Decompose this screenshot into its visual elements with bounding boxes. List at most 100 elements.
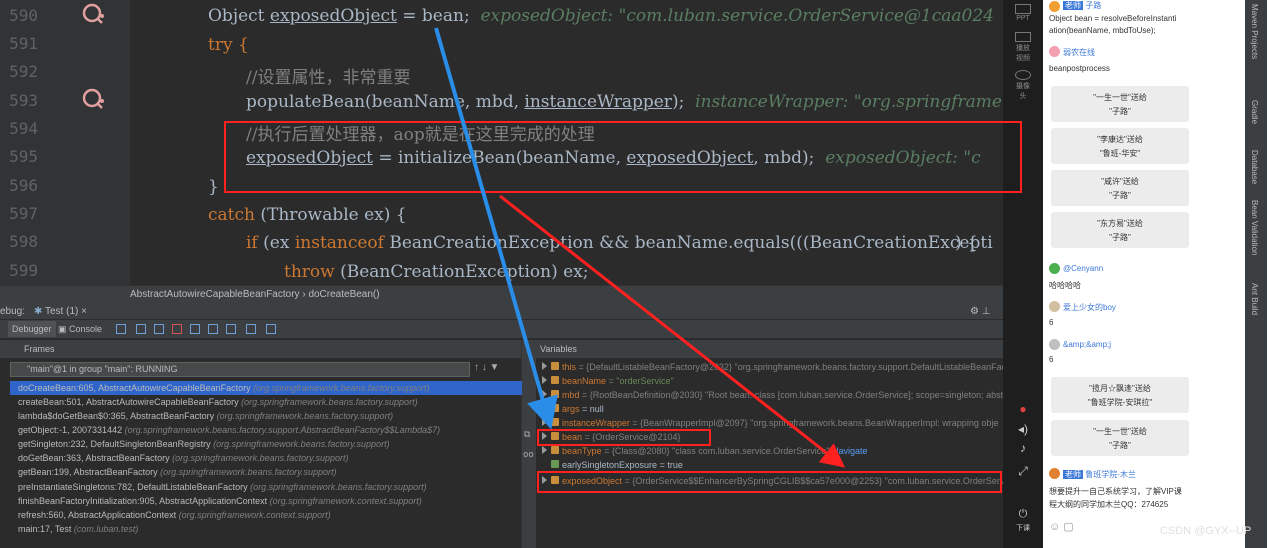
frame-row[interactable]: finishBeanFactoryInitialization:905, Abs… <box>18 494 422 508</box>
frames-header: Frames <box>0 340 521 358</box>
breadcrumb-method[interactable]: doCreateBean() <box>308 289 379 300</box>
music-icon[interactable]: ♪ <box>1015 441 1031 455</box>
line-number: 592 <box>9 62 38 81</box>
chat-panel: 老师 子路 Object bean = resolveBeforeInstant… <box>1043 0 1270 548</box>
variable-row[interactable]: beanType = {Class@2080} "class com.luban… <box>542 444 867 458</box>
tab-debugger[interactable]: Debugger <box>8 321 56 337</box>
variable-row[interactable]: earlySingletonExposure = true <box>542 458 683 472</box>
maven-projects-tab[interactable]: Maven Projects <box>1250 4 1259 59</box>
line-number: 598 <box>9 232 38 251</box>
ide-window: 590 591 592 593 594 595 596 597 598 599 … <box>0 0 1003 548</box>
evaluate-expression-icon[interactable] <box>246 324 256 334</box>
force-step-into-icon[interactable] <box>172 324 182 334</box>
step-into-icon[interactable] <box>154 324 164 334</box>
code-line-592: //设置属性，非常重要 <box>246 68 411 88</box>
drop-frame-icon[interactable] <box>208 324 218 334</box>
chat-message: 6 <box>1049 355 1054 364</box>
tab-run-config[interactable]: ✱ Test (1) × <box>34 303 87 320</box>
chat-sender: 爱上少女的boy <box>1063 303 1116 312</box>
chat-message: 6 <box>1049 318 1054 327</box>
gear-icon[interactable]: ⚙ ⊥ <box>970 303 990 320</box>
code-line-597: catch (Throwable ex) { <box>208 205 407 225</box>
gift-card: "东方易"送给 "子路" <box>1051 212 1189 248</box>
gift-card: "一生一世"送给 "子路" <box>1051 86 1189 122</box>
step-out-icon[interactable] <box>190 324 200 334</box>
breadcrumb-class[interactable]: AbstractAutowireCapableBeanFactory <box>130 289 300 300</box>
live-class-toolbar: PPT 播放视频 摄像头 ● ◂) ♪ ⤢ ⏻ 下课 <box>1003 0 1043 548</box>
annotation-box-code <box>224 121 1022 193</box>
camera-button[interactable]: 摄像头 <box>1015 70 1031 101</box>
line-number: 594 <box>9 119 38 138</box>
line-number: 595 <box>9 147 38 166</box>
microphone-icon[interactable]: ● <box>1015 402 1031 416</box>
frame-row[interactable]: doCreateBean:605, AbstractAutowireCapabl… <box>18 381 430 395</box>
variables-header: Variables <box>536 340 1003 358</box>
debug-tool-window-header: ebug: ✱ Test (1) × ⚙ ⊥ <box>0 303 1003 320</box>
breakpoint-hint-icon[interactable] <box>82 88 104 110</box>
variable-row[interactable]: this = {DefaultListableBeanFactory@2032}… <box>542 360 1003 374</box>
breakpoint-hint-icon[interactable] <box>82 3 104 25</box>
frame-row[interactable]: doGetBean:363, AbstractBeanFactory (org.… <box>18 451 349 465</box>
ant-build-tab[interactable]: Ant Build <box>1250 283 1259 315</box>
gift-card: "一生一世"送给 "子路" <box>1051 420 1189 456</box>
bug-icon: ✱ <box>34 306 43 317</box>
frame-row[interactable]: getSingleton:232, DefaultSingletonBeanRe… <box>18 437 390 451</box>
frame-row[interactable]: preInstantiateSingletons:782, DefaultLis… <box>18 480 427 494</box>
chat-message: 想要提升一自己系统学习，了解VIP课 <box>1049 487 1182 496</box>
variable-row[interactable]: mbd = {RootBeanDefinition@2030} "Root be… <box>542 388 1003 402</box>
avatar <box>1049 1 1060 12</box>
watch-icon[interactable]: oo <box>523 450 534 460</box>
frame-row[interactable]: refresh:560, AbstractApplicationContext … <box>18 508 331 522</box>
navigate-link[interactable]: Navigate <box>832 446 868 456</box>
frame-row[interactable]: main:17, Test (com.luban.test) <box>18 522 138 536</box>
play-video-button[interactable]: 播放视频 <box>1015 32 1031 63</box>
frame-row[interactable]: getBean:199, AbstractBeanFactory (org.sp… <box>18 465 337 479</box>
frame-row[interactable]: createBean:501, AbstractAutowireCapableB… <box>18 395 418 409</box>
line-number: 591 <box>9 34 38 53</box>
frame-row[interactable]: getObject:-1, 2007331442 (org.springfram… <box>18 423 440 437</box>
variable-row[interactable]: instanceWrapper = {BeanWrapperImpl@2097}… <box>542 416 998 430</box>
bean-validation-tab[interactable]: Bean Validation <box>1250 200 1259 255</box>
step-over-icon[interactable] <box>136 324 146 334</box>
code-line-590: Object exposedObject = bean; exposedObje… <box>208 6 994 26</box>
variables-side-toolbar: ⧉ oo <box>522 340 536 548</box>
copy-icon[interactable]: ⧉ <box>524 430 530 440</box>
line-number: 597 <box>9 204 38 223</box>
annotation-box-exposed-object <box>537 471 1002 493</box>
variable-row[interactable]: args = null <box>542 402 604 416</box>
run-to-cursor-icon[interactable] <box>226 324 236 334</box>
database-tab[interactable]: Database <box>1250 150 1259 184</box>
frame-row[interactable]: lambda$doGetBean$0:365, AbstractBeanFact… <box>18 409 393 423</box>
end-class-button[interactable]: ⏻ 下课 <box>1015 508 1031 533</box>
chat-sender: &amp;&amp;j <box>1063 340 1112 349</box>
avatar <box>1049 468 1060 479</box>
watermark: CSDN @GYX--UP <box>1160 525 1252 537</box>
avatar <box>1049 339 1060 350</box>
line-number: 599 <box>9 261 38 280</box>
chat-message: beanpostprocess <box>1049 64 1110 73</box>
thread-selector[interactable]: "main"@1 in group "main": RUNNING <box>10 362 470 377</box>
line-number: 593 <box>9 91 38 110</box>
fullscreen-icon[interactable]: ⤢ <box>1015 464 1031 479</box>
chat-sender: 老师 鲁班学院-木兰 <box>1063 470 1136 479</box>
variable-row[interactable]: beanName = "orderService" <box>542 374 674 388</box>
close-icon[interactable]: × <box>81 306 87 317</box>
frame-nav-icons[interactable]: ↑ ↓ ▼ <box>474 362 499 373</box>
code-line-593: populateBean(beanName, mbd, instanceWrap… <box>246 92 1002 112</box>
show-execution-point-icon[interactable] <box>116 324 126 334</box>
debug-toolbar: Debugger ▣ Console <box>0 320 1003 338</box>
breadcrumb-separator: › <box>302 289 306 300</box>
line-number: 596 <box>9 176 38 195</box>
tab-console[interactable]: ▣ Console <box>54 321 106 337</box>
breadcrumb[interactable]: AbstractAutowireCapableBeanFactory › doC… <box>0 285 1003 303</box>
trace-icon[interactable] <box>266 324 276 334</box>
speaker-icon[interactable]: ◂) <box>1015 422 1031 436</box>
editor-gutter: 590 591 592 593 594 595 596 597 598 599 <box>0 0 130 285</box>
code-line-598: if (ex instanceof BeanCreationException … <box>246 233 993 253</box>
gradle-tab[interactable]: Gradle <box>1250 100 1259 124</box>
emoji-icon[interactable]: ☺ ▢ <box>1049 520 1074 533</box>
ppt-button[interactable]: PPT <box>1015 4 1031 22</box>
chat-message: Object bean = resolveBeforeInstanti <box>1049 14 1177 23</box>
chat-message: ation(beanName, mbdToUse); <box>1049 26 1156 35</box>
gift-card: "咸许"送给 "子路" <box>1051 170 1189 206</box>
